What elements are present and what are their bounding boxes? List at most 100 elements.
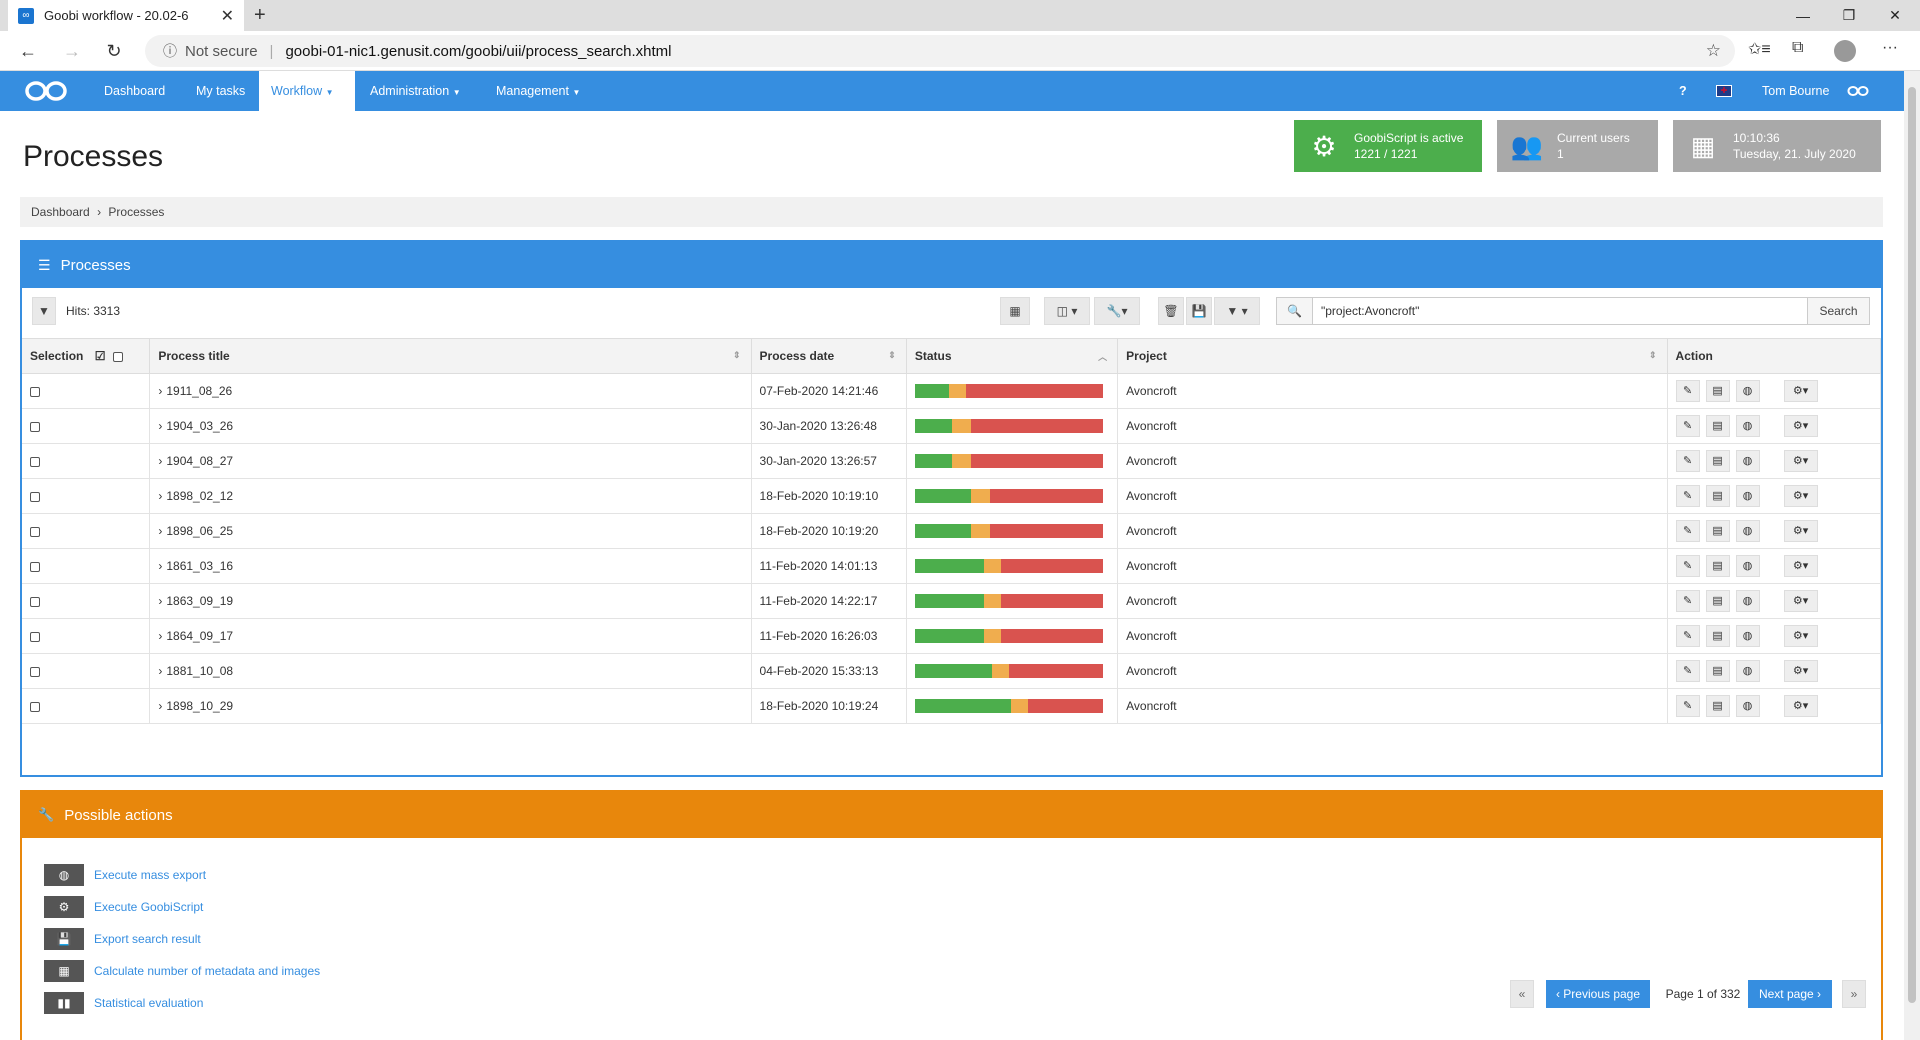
row-checkbox[interactable] xyxy=(30,386,40,397)
process-title-cell[interactable]: › 1911_08_26 xyxy=(149,373,752,409)
export-globe-icon[interactable]: ◍ xyxy=(1735,415,1760,437)
expand-chevron-icon[interactable]: › xyxy=(158,384,162,398)
export-globe-icon[interactable]: ◍ xyxy=(1735,380,1760,402)
row-checkbox[interactable] xyxy=(30,561,40,572)
edit-pencil-icon[interactable]: ✎ xyxy=(1675,625,1700,647)
gear-dropdown-icon[interactable]: ⚙▾ xyxy=(1783,380,1818,402)
current-users-box[interactable]: 👥 Current users 1 xyxy=(1497,120,1658,172)
user-name[interactable]: Tom Bourne xyxy=(1762,71,1829,111)
expand-chevron-icon[interactable]: › xyxy=(158,629,162,643)
goobi-logo[interactable] xyxy=(24,79,68,103)
metadata-book-icon[interactable]: ▤ xyxy=(1705,450,1730,472)
col-process-title[interactable]: Process title ⇕ xyxy=(149,338,752,374)
gear-dropdown-icon[interactable]: ⚙▾ xyxy=(1783,590,1818,612)
action-goobiscript[interactable]: ⚙ Execute GoobiScript xyxy=(44,896,203,918)
process-title-cell[interactable]: › 1863_09_19 xyxy=(149,583,752,619)
tools-dropdown-button[interactable]: 🔧▾ xyxy=(1094,297,1140,325)
process-title[interactable]: 1898_10_29 xyxy=(166,699,233,713)
save-button[interactable]: 💾 xyxy=(1186,297,1212,325)
minimize-icon[interactable]: — xyxy=(1780,0,1826,31)
table-row[interactable]: › 1898_06_25 18-Feb-2020 10:19:20 Avoncroft… xyxy=(22,513,1882,549)
process-title[interactable]: 1863_09_19 xyxy=(166,594,233,608)
table-row[interactable]: › 1904_08_27 30-Jan-2020 13:26:57 Avoncroft… xyxy=(22,443,1882,479)
back-icon[interactable]: ← xyxy=(14,37,42,65)
select-none-checkbox[interactable] xyxy=(112,351,123,362)
address-bar[interactable]: ⓘ Not secure | goobi-01-nic1.genusit.com… xyxy=(145,35,1735,67)
row-checkbox[interactable] xyxy=(30,421,40,432)
export-globe-icon[interactable]: ◍ xyxy=(1735,590,1760,612)
export-globe-icon[interactable]: ◍ xyxy=(1735,695,1760,717)
action-mass-export[interactable]: ◍ Execute mass export xyxy=(44,864,206,886)
nav-workflow[interactable]: Workflow ▼ xyxy=(259,71,355,111)
help-icon[interactable]: ? xyxy=(1679,71,1687,111)
expand-chevron-icon[interactable]: › xyxy=(158,594,162,608)
export-globe-icon[interactable]: ◍ xyxy=(1735,520,1760,542)
nav-my-tasks[interactable]: My tasks xyxy=(184,71,257,111)
col-status[interactable]: Status ︿ xyxy=(906,338,1119,374)
metadata-book-icon[interactable]: ▤ xyxy=(1705,415,1730,437)
metadata-book-icon[interactable]: ▤ xyxy=(1705,380,1730,402)
table-row[interactable]: › 1898_02_12 18-Feb-2020 10:19:10 Avoncroft… xyxy=(22,478,1882,514)
process-title[interactable]: 1881_10_08 xyxy=(166,664,233,678)
row-checkbox[interactable] xyxy=(30,701,40,712)
metadata-book-icon[interactable]: ▤ xyxy=(1705,555,1730,577)
metadata-book-icon[interactable]: ▤ xyxy=(1705,520,1730,542)
select-all-icon[interactable]: ☑ xyxy=(95,349,106,363)
process-title[interactable]: 1904_03_26 xyxy=(166,419,233,433)
col-process-date[interactable]: Process date ⇕ xyxy=(751,338,907,374)
process-title-cell[interactable]: › 1861_03_16 xyxy=(149,548,752,584)
row-checkbox[interactable] xyxy=(30,526,40,537)
gear-dropdown-icon[interactable]: ⚙▾ xyxy=(1783,625,1818,647)
reload-icon[interactable]: ↻ xyxy=(100,37,128,65)
page-scrollbar[interactable] xyxy=(1904,71,1920,1040)
export-globe-icon[interactable]: ◍ xyxy=(1735,660,1760,682)
expand-chevron-icon[interactable]: › xyxy=(158,489,162,503)
table-row[interactable]: › 1911_08_26 07-Feb-2020 14:21:46 Avoncroft… xyxy=(22,373,1882,409)
uk-flag-icon[interactable]: ✚ xyxy=(1716,85,1732,97)
export-globe-icon[interactable]: ◍ xyxy=(1735,555,1760,577)
process-title-cell[interactable]: › 1864_09_17 xyxy=(149,618,752,654)
action-export-search-link[interactable]: Export search result xyxy=(94,932,201,946)
export-globe-icon[interactable]: ◍ xyxy=(1735,485,1760,507)
grid-view-button[interactable]: ▦ xyxy=(1000,297,1030,325)
table-row[interactable]: › 1898_10_29 18-Feb-2020 10:19:24 Avoncroft… xyxy=(22,688,1882,724)
expand-chevron-icon[interactable]: › xyxy=(158,699,162,713)
filter-toggle-button[interactable]: ▼ xyxy=(32,297,56,325)
action-mass-export-link[interactable]: Execute mass export xyxy=(94,868,206,882)
new-tab-icon[interactable]: + xyxy=(254,4,266,27)
export-globe-icon[interactable]: ◍ xyxy=(1735,625,1760,647)
process-title[interactable]: 1861_03_16 xyxy=(166,559,233,573)
table-row[interactable]: › 1904_03_26 30-Jan-2020 13:26:48 Avoncroft… xyxy=(22,408,1882,444)
export-globe-icon[interactable]: ◍ xyxy=(1735,450,1760,472)
gear-dropdown-icon[interactable]: ⚙▾ xyxy=(1783,695,1818,717)
close-tab-icon[interactable]: ✕ xyxy=(221,6,234,26)
browser-tab[interactable]: ∞ Goobi workflow - 20.02-6 ✕ xyxy=(8,0,244,31)
search-input[interactable] xyxy=(1313,298,1807,324)
breadcrumb-dashboard[interactable]: Dashboard xyxy=(31,205,90,219)
process-title-cell[interactable]: › 1904_03_26 xyxy=(149,408,752,444)
metadata-book-icon[interactable]: ▤ xyxy=(1705,660,1730,682)
action-calculate-metadata-link[interactable]: Calculate number of metadata and images xyxy=(94,964,320,978)
process-title[interactable]: 1864_09_17 xyxy=(166,629,233,643)
restore-icon[interactable]: ❐ xyxy=(1826,0,1872,31)
collections-icon[interactable]: ⧉ xyxy=(1792,39,1803,57)
row-checkbox[interactable] xyxy=(30,456,40,467)
window-close-icon[interactable]: ✕ xyxy=(1872,0,1918,31)
info-icon[interactable]: ⓘ xyxy=(163,41,177,61)
table-row[interactable]: › 1863_09_19 11-Feb-2020 14:22:17 Avoncroft… xyxy=(22,583,1882,619)
edit-pencil-icon[interactable]: ✎ xyxy=(1675,695,1700,717)
process-title[interactable]: 1904_08_27 xyxy=(166,454,233,468)
scrollbar-thumb[interactable] xyxy=(1908,87,1916,1003)
goobiscript-status-box[interactable]: ⚙ GoobiScript is active 1221 / 1221 xyxy=(1294,120,1482,172)
expand-chevron-icon[interactable]: › xyxy=(158,419,162,433)
row-checkbox[interactable] xyxy=(30,491,40,502)
expand-chevron-icon[interactable]: › xyxy=(158,559,162,573)
metadata-book-icon[interactable]: ▤ xyxy=(1705,625,1730,647)
process-title-cell[interactable]: › 1904_08_27 xyxy=(149,443,752,479)
process-title-cell[interactable]: › 1898_10_29 xyxy=(149,688,752,724)
action-export-search[interactable]: 💾 Export search result xyxy=(44,928,201,950)
more-menu-icon[interactable]: ··· xyxy=(1882,39,1898,57)
search-button[interactable]: Search xyxy=(1807,298,1869,324)
nav-dashboard[interactable]: Dashboard xyxy=(92,71,177,111)
expand-chevron-icon[interactable]: › xyxy=(158,664,162,678)
